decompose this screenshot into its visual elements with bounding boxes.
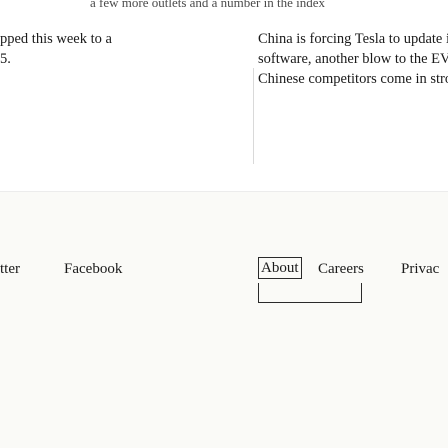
page: a few more outlets and a number in the i… bbox=[0, 0, 448, 448]
footer bbox=[0, 191, 448, 448]
news-left-line-2[interactable]: 5. bbox=[0, 49, 11, 69]
footer-link-twitter[interactable]: tter bbox=[0, 259, 20, 279]
about-focus-outline bbox=[258, 283, 362, 303]
footer-divider bbox=[0, 191, 448, 192]
news-left-line-1[interactable]: pped this week to a bbox=[0, 29, 112, 49]
column-divider bbox=[253, 68, 254, 164]
news-top-fragment: a few more outlets and a number in the i… bbox=[90, 0, 326, 10]
footer-link-about[interactable]: About bbox=[258, 257, 302, 279]
footer-link-careers[interactable]: Careers bbox=[318, 259, 364, 279]
news-right-line-1[interactable]: China is forcing Tesla to update its aut… bbox=[258, 29, 448, 49]
footer-link-privacy[interactable]: Privac bbox=[401, 259, 439, 279]
news-right-line-3[interactable]: Chinese competitors come in strong in 20 bbox=[258, 69, 448, 89]
news-right-line-2[interactable]: software, another blow to the EV giant a… bbox=[258, 49, 448, 69]
footer-link-facebook[interactable]: Facebook bbox=[64, 259, 122, 279]
news-section: a few more outlets and a number in the i… bbox=[0, 0, 448, 191]
